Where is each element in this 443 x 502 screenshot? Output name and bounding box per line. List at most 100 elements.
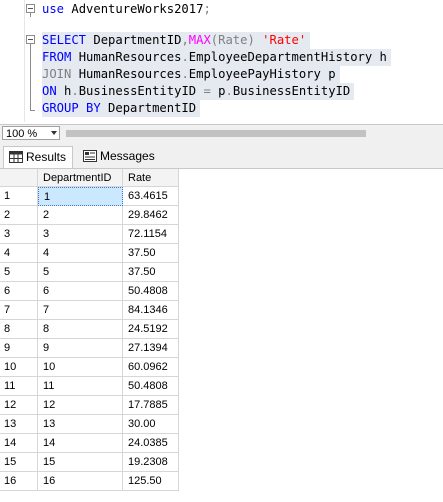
cell-departmentid[interactable]: 14 (38, 434, 123, 453)
collapse-toggle-icon[interactable] (26, 4, 35, 13)
cell-rate[interactable]: 24.0385 (123, 434, 179, 453)
keyword: use (42, 2, 65, 16)
query-editor[interactable]: use AdventureWorks2017; SELECT Departmen… (0, 0, 443, 122)
column-header-rate[interactable]: Rate (123, 169, 179, 187)
table-name: EmployeePayHistory p (188, 67, 336, 81)
dot: . (71, 84, 79, 98)
cell-rate[interactable]: 30.00 (123, 415, 179, 434)
cell-departmentid[interactable]: 15 (38, 453, 123, 472)
cell-rate[interactable]: 29.8462 (123, 206, 179, 225)
row-number[interactable]: 5 (0, 263, 38, 282)
row-number[interactable]: 9 (0, 339, 38, 358)
code-line-7: GROUP BY DepartmentID (42, 100, 201, 117)
cell-departmentid[interactable]: 6 (38, 282, 123, 301)
comma: , (181, 33, 189, 47)
keyword: GROUP BY (42, 101, 101, 115)
cell-departmentid[interactable]: 7 (38, 301, 123, 320)
keyword: ON (42, 84, 57, 98)
schema-name: HumanResources (78, 67, 182, 81)
equals: = (196, 84, 219, 98)
grid-icon (9, 151, 23, 163)
keyword: FROM (42, 50, 72, 64)
cell-departmentid[interactable]: 5 (38, 263, 123, 282)
tab-results[interactable]: Results (3, 146, 73, 168)
collapse-toggle-icon[interactable] (26, 35, 35, 44)
code-line-3: SELECT DepartmentID,MAX(Rate) 'Rate' (42, 32, 311, 49)
dot: . (181, 50, 189, 64)
row-number[interactable]: 8 (0, 320, 38, 339)
cell-rate[interactable]: 63.4615 (123, 187, 179, 206)
cell-departmentid[interactable]: 8 (38, 320, 123, 339)
outline-line (30, 44, 31, 110)
column-name: DepartmentID (108, 101, 197, 115)
row-number[interactable]: 11 (0, 377, 38, 396)
cell-rate[interactable]: 24.5192 (123, 320, 179, 339)
horizontal-scrollbar[interactable] (66, 128, 436, 139)
database-name: AdventureWorks2017 (71, 2, 204, 16)
editor-status-bar: 100 % (0, 124, 443, 144)
row-number[interactable]: 12 (0, 396, 38, 415)
cell-departmentid[interactable]: 10 (38, 358, 123, 377)
row-number[interactable]: 15 (0, 453, 38, 472)
cell-departmentid[interactable]: 16 (38, 472, 123, 491)
column-name: DepartmentID (93, 33, 182, 47)
semicolon: ; (203, 2, 211, 16)
zoom-dropdown[interactable]: 100 % (2, 126, 60, 140)
function-args: (Rate) (210, 33, 255, 47)
column-name: BusinessEntityID (232, 84, 351, 98)
messages-icon (83, 150, 97, 162)
tab-messages[interactable]: Messages (78, 146, 158, 168)
results-grid[interactable]: DepartmentID Rate 1 1 63.4615 2 2 29.8462 3 3 72… (0, 169, 443, 502)
outline-line-end (30, 110, 35, 111)
row-number[interactable]: 1 (0, 187, 38, 206)
table-name: EmployeeDepartmentHistory h (188, 50, 387, 64)
cell-rate[interactable]: 27.1394 (123, 339, 179, 358)
cell-departmentid[interactable]: 4 (38, 244, 123, 263)
row-number[interactable]: 7 (0, 301, 38, 320)
cell-rate[interactable]: 60.0962 (123, 358, 179, 377)
chevron-down-icon[interactable] (51, 131, 57, 135)
cell-rate[interactable]: 72.1154 (123, 225, 179, 244)
cell-rate[interactable]: 50.4808 (123, 282, 179, 301)
cell-rate[interactable]: 125.50 (123, 472, 179, 491)
row-number[interactable]: 6 (0, 282, 38, 301)
cell-departmentid[interactable]: 2 (38, 206, 123, 225)
keyword: SELECT (42, 33, 87, 47)
cell-rate[interactable]: 17.7885 (123, 396, 179, 415)
row-number[interactable]: 13 (0, 415, 38, 434)
column-header-departmentid[interactable]: DepartmentID (38, 169, 123, 187)
cell-rate[interactable]: 37.50 (123, 244, 179, 263)
cell-departmentid[interactable]: 11 (38, 377, 123, 396)
cell-departmentid[interactable]: 9 (38, 339, 123, 358)
dot: . (181, 67, 189, 81)
row-number[interactable]: 10 (0, 358, 38, 377)
function-name: MAX (188, 33, 211, 47)
results-tabs: Results Messages (0, 143, 443, 169)
row-number[interactable]: 2 (0, 206, 38, 225)
row-number[interactable]: 4 (0, 244, 38, 263)
cell-rate[interactable]: 19.2308 (123, 453, 179, 472)
row-number[interactable]: 14 (0, 434, 38, 453)
cell-departmentid[interactable]: 1 (38, 187, 123, 206)
editor-margin (24, 0, 25, 122)
cell-rate[interactable]: 84.1346 (123, 301, 179, 320)
zoom-value: 100 % (6, 128, 38, 140)
outline-line (30, 13, 31, 17)
cell-rate[interactable]: 50.4808 (123, 377, 179, 396)
grid-corner[interactable] (0, 169, 38, 187)
string-literal: 'Rate' (262, 33, 307, 47)
cell-departmentid[interactable]: 12 (38, 396, 123, 415)
editor-gutter (0, 0, 24, 122)
dot: . (225, 84, 233, 98)
tab-label: Results (26, 150, 67, 164)
column-name: BusinessEntityID (78, 84, 197, 98)
cell-departmentid[interactable]: 13 (38, 415, 123, 434)
row-number[interactable]: 3 (0, 225, 38, 244)
scrollbar-thumb[interactable] (66, 130, 366, 137)
cell-departmentid[interactable]: 3 (38, 225, 123, 244)
code-line-4: FROM HumanResources.EmployeeDepartmentHi… (42, 49, 391, 66)
tab-label: Messages (100, 149, 155, 163)
row-number[interactable]: 16 (0, 472, 38, 491)
code-line-5: JOIN HumanResources.EmployeePayHistory p (42, 66, 340, 83)
cell-rate[interactable]: 37.50 (123, 263, 179, 282)
